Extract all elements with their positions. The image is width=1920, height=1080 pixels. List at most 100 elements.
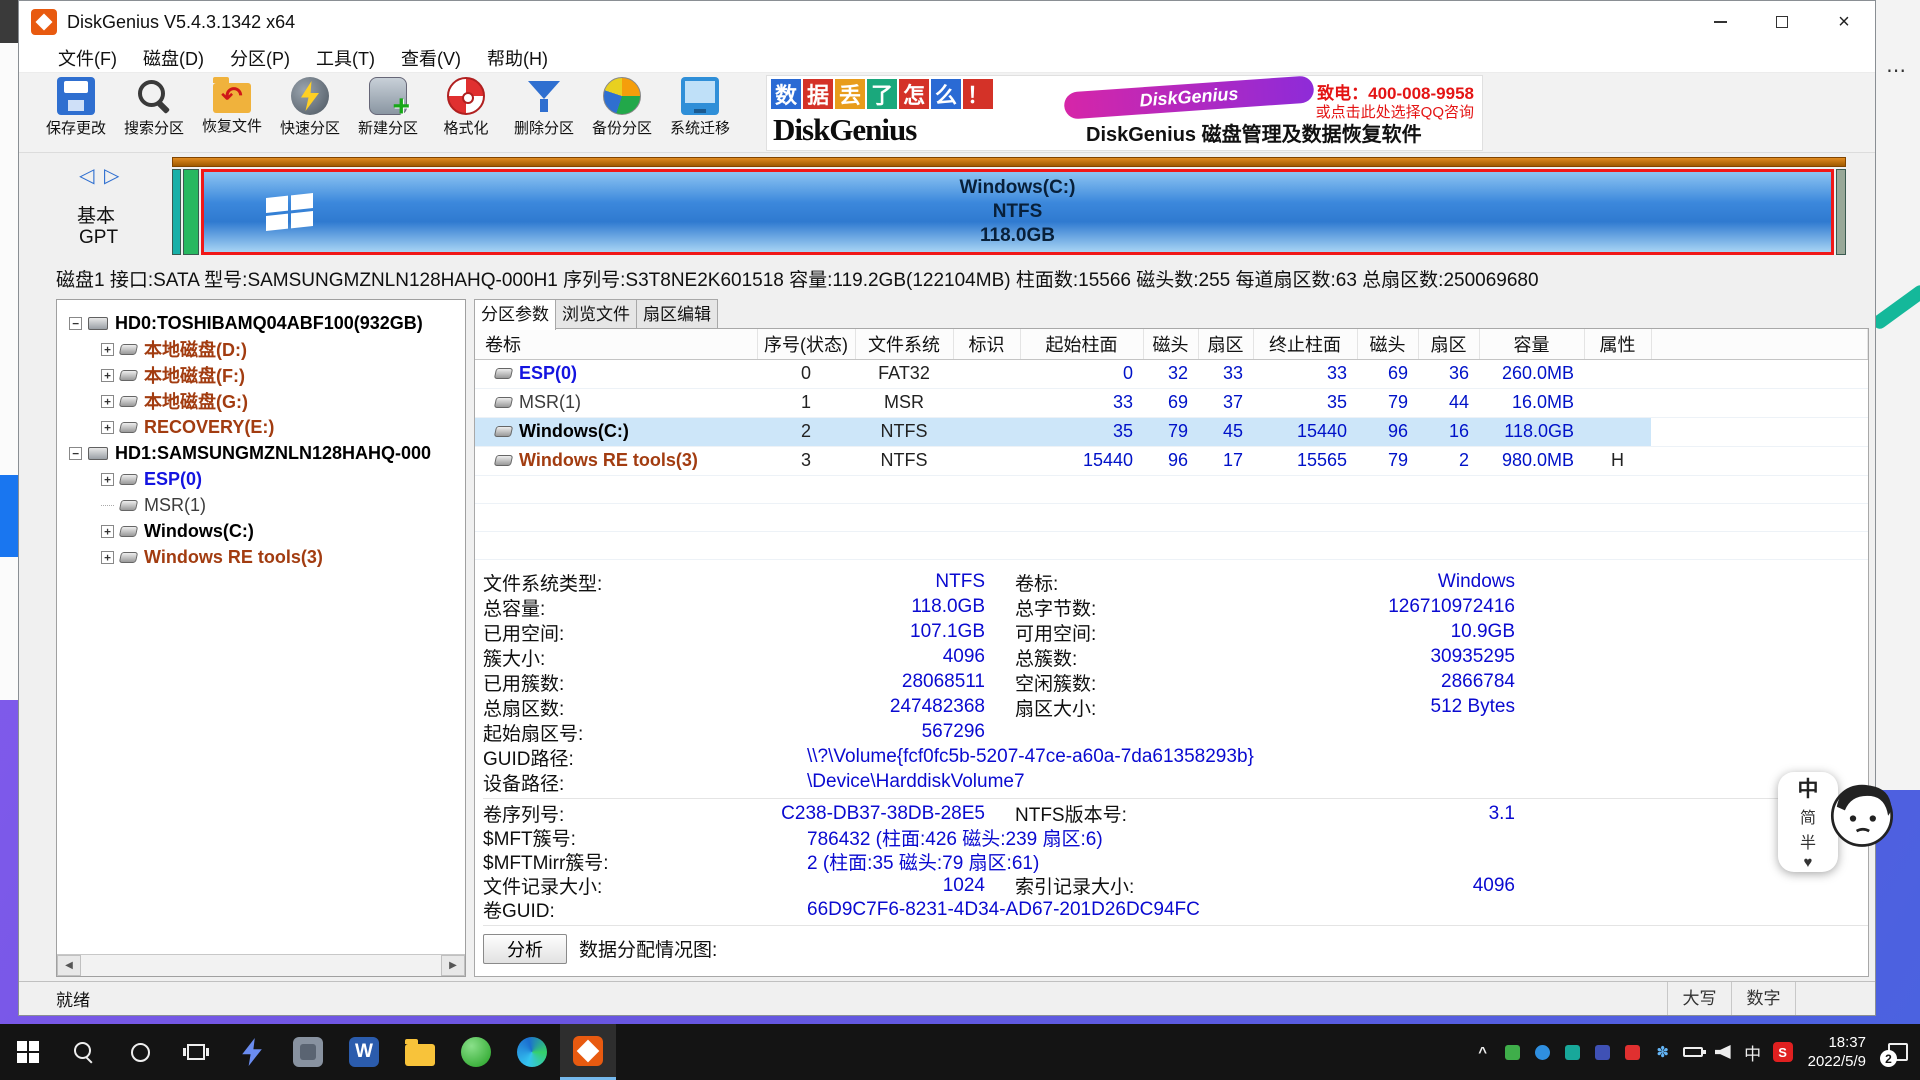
tree-item-windows-re[interactable]: Windows RE tools(3) bbox=[57, 544, 465, 570]
ime-lang-indicator[interactable]: 中 bbox=[1798, 773, 1819, 803]
search-partition-button[interactable]: 搜索分区 bbox=[115, 73, 193, 152]
expand-icon[interactable] bbox=[101, 473, 114, 486]
minimize-button[interactable] bbox=[1689, 1, 1751, 43]
tray-expand-chevron[interactable]: ^ bbox=[1468, 1024, 1498, 1080]
tree-item-hd0[interactable]: HD0:TOSHIBAMQ04ABF100(932GB) bbox=[57, 310, 465, 336]
tray-icon-indigo[interactable] bbox=[1588, 1024, 1618, 1080]
tree-item-local-g[interactable]: 本地磁盘(G:) bbox=[57, 388, 465, 414]
snowflake-icon[interactable]: ✽ bbox=[1648, 1024, 1678, 1080]
tree-item-recovery-e[interactable]: RECOVERY(E:) bbox=[57, 414, 465, 440]
taskbar-app-utility[interactable] bbox=[280, 1024, 336, 1080]
tree-item-esp[interactable]: ESP(0) bbox=[57, 466, 465, 492]
tray-icon-green[interactable] bbox=[1498, 1024, 1528, 1080]
utility-app-icon bbox=[293, 1037, 323, 1067]
taskbar-search-button[interactable] bbox=[56, 1024, 112, 1080]
volume-icon[interactable] bbox=[1708, 1024, 1738, 1080]
menu-disk[interactable]: 磁盘(D) bbox=[130, 45, 217, 71]
collapse-icon[interactable] bbox=[69, 447, 82, 460]
start-button[interactable] bbox=[0, 1024, 56, 1080]
delete-partition-button[interactable]: 删除分区 bbox=[505, 73, 583, 152]
partition-segment-esp[interactable] bbox=[172, 169, 181, 255]
scroll-right-icon[interactable]: ▶ bbox=[441, 955, 465, 976]
col-capacity[interactable]: 容量 bbox=[1479, 329, 1584, 359]
col-filesystem[interactable]: 文件系统 bbox=[855, 329, 953, 359]
taskbar-app-browser-green[interactable] bbox=[448, 1024, 504, 1080]
col-index[interactable]: 序号(状态) bbox=[757, 329, 855, 359]
partition-row-windows-c-selected[interactable]: Windows(C:) 2 NTFS 35 79 45 15440 96 16 … bbox=[475, 417, 1868, 446]
partition-segment-re-tools[interactable] bbox=[1836, 169, 1846, 255]
save-changes-button[interactable]: 保存更改 bbox=[37, 73, 115, 152]
close-button[interactable]: × bbox=[1813, 1, 1875, 43]
tree-item-windows-c[interactable]: Windows(C:) bbox=[57, 518, 465, 544]
quick-partition-button[interactable]: 快速分区 bbox=[271, 73, 349, 152]
tree-horizontal-scrollbar[interactable]: ◀ ▶ bbox=[57, 954, 465, 976]
menu-tools[interactable]: 工具(T) bbox=[303, 45, 388, 71]
format-button[interactable]: 格式化 bbox=[427, 73, 505, 152]
sogou-icon[interactable]: S bbox=[1768, 1024, 1798, 1080]
action-center-button[interactable]: 2 bbox=[1876, 1024, 1920, 1080]
col-end-head[interactable]: 磁头 bbox=[1357, 329, 1418, 359]
col-attr[interactable]: 属性 bbox=[1584, 329, 1651, 359]
expand-icon[interactable] bbox=[101, 343, 114, 356]
taskbar-app-explorer[interactable] bbox=[392, 1024, 448, 1080]
ad-banner[interactable]: 数据丢了怎么！ DiskGenius DiskGenius 致电：400-008… bbox=[766, 75, 1483, 151]
system-migration-button[interactable]: 系统迁移 bbox=[661, 73, 739, 152]
more-options-icon[interactable]: ⋯ bbox=[1886, 58, 1920, 83]
collapse-icon[interactable] bbox=[69, 317, 82, 330]
partition-row-esp[interactable]: ESP(0) 0 FAT32 0 32 33 33 69 36 260.0MB bbox=[475, 359, 1868, 388]
analyze-button[interactable]: 分析 bbox=[483, 934, 567, 964]
cortana-button[interactable] bbox=[112, 1024, 168, 1080]
tab-sector-edit[interactable]: 扇区编辑 bbox=[636, 299, 718, 329]
tab-browse-files[interactable]: 浏览文件 bbox=[555, 299, 637, 329]
tree-item-local-f[interactable]: 本地磁盘(F:) bbox=[57, 362, 465, 388]
expand-icon[interactable] bbox=[101, 395, 114, 408]
taskbar-app-lightning[interactable] bbox=[224, 1024, 280, 1080]
tray-icon-teal[interactable] bbox=[1558, 1024, 1588, 1080]
maximize-button[interactable] bbox=[1751, 1, 1813, 43]
disk-nav-forward-icon[interactable]: ▷ bbox=[104, 165, 119, 187]
partition-row-msr[interactable]: MSR(1) 1 MSR 33 69 37 35 79 44 16.0MB bbox=[475, 388, 1868, 417]
col-end-sector[interactable]: 扇区 bbox=[1418, 329, 1479, 359]
scroll-left-icon[interactable]: ◀ bbox=[57, 955, 81, 976]
menu-partition[interactable]: 分区(P) bbox=[217, 45, 303, 71]
tree-item-msr[interactable]: MSR(1) bbox=[57, 492, 465, 518]
new-partition-button[interactable]: 新建分区 bbox=[349, 73, 427, 152]
ime-indicator[interactable]: 中 bbox=[1738, 1024, 1768, 1080]
col-flag[interactable]: 标识 bbox=[953, 329, 1020, 359]
partition-row-windows-re[interactable]: Windows RE tools(3) 3 NTFS 15440 96 17 1… bbox=[475, 446, 1868, 475]
tab-partition-params[interactable]: 分区参数 bbox=[474, 299, 556, 330]
col-end-cylinder[interactable]: 终止柱面 bbox=[1253, 329, 1357, 359]
taskbar-app-word[interactable]: W bbox=[336, 1024, 392, 1080]
search-icon bbox=[72, 1040, 96, 1064]
menu-file[interactable]: 文件(F) bbox=[45, 45, 130, 71]
col-start-sector[interactable]: 扇区 bbox=[1198, 329, 1253, 359]
heart-icon[interactable]: ♥ bbox=[1804, 854, 1813, 871]
col-volume-label[interactable]: 卷标 bbox=[475, 329, 757, 359]
tray-icon-blue[interactable] bbox=[1528, 1024, 1558, 1080]
partition-segment-windows-c[interactable]: Windows(C:) NTFS 118.0GB bbox=[201, 169, 1834, 255]
col-start-cylinder[interactable]: 起始柱面 bbox=[1020, 329, 1143, 359]
tree-item-hd1[interactable]: HD1:SAMSUNGMZNLN128HAHQ-000 bbox=[57, 440, 465, 466]
battery-icon[interactable] bbox=[1678, 1024, 1708, 1080]
expand-icon[interactable] bbox=[101, 525, 114, 538]
expand-icon[interactable] bbox=[101, 369, 114, 382]
taskbar-app-diskgenius-active[interactable] bbox=[560, 1024, 616, 1080]
expand-icon[interactable] bbox=[101, 551, 114, 564]
taskbar-clock[interactable]: 18:37 2022/5/9 bbox=[1798, 1033, 1876, 1071]
expand-icon[interactable] bbox=[101, 421, 114, 434]
ime-floating-widget[interactable]: 中 简 半 ♥ bbox=[1778, 772, 1838, 872]
partition-segment-msr[interactable] bbox=[183, 169, 199, 255]
resize-grip[interactable] bbox=[1795, 982, 1875, 1015]
task-view-icon bbox=[187, 1044, 205, 1060]
col-start-head[interactable]: 磁头 bbox=[1143, 329, 1198, 359]
tree-item-local-d[interactable]: 本地磁盘(D:) bbox=[57, 336, 465, 362]
task-view-button[interactable] bbox=[168, 1024, 224, 1080]
menu-help[interactable]: 帮助(H) bbox=[474, 45, 561, 71]
recover-files-button[interactable]: 恢复文件 bbox=[193, 73, 271, 152]
menu-view[interactable]: 查看(V) bbox=[388, 45, 474, 71]
tray-icon-red[interactable] bbox=[1618, 1024, 1648, 1080]
backup-partition-button[interactable]: 备份分区 bbox=[583, 73, 661, 152]
titlebar[interactable]: DiskGenius V5.4.3.1342 x64 × bbox=[19, 1, 1875, 43]
disk-nav-back-icon[interactable]: ◁ bbox=[79, 165, 94, 187]
taskbar-app-edge[interactable] bbox=[504, 1024, 560, 1080]
